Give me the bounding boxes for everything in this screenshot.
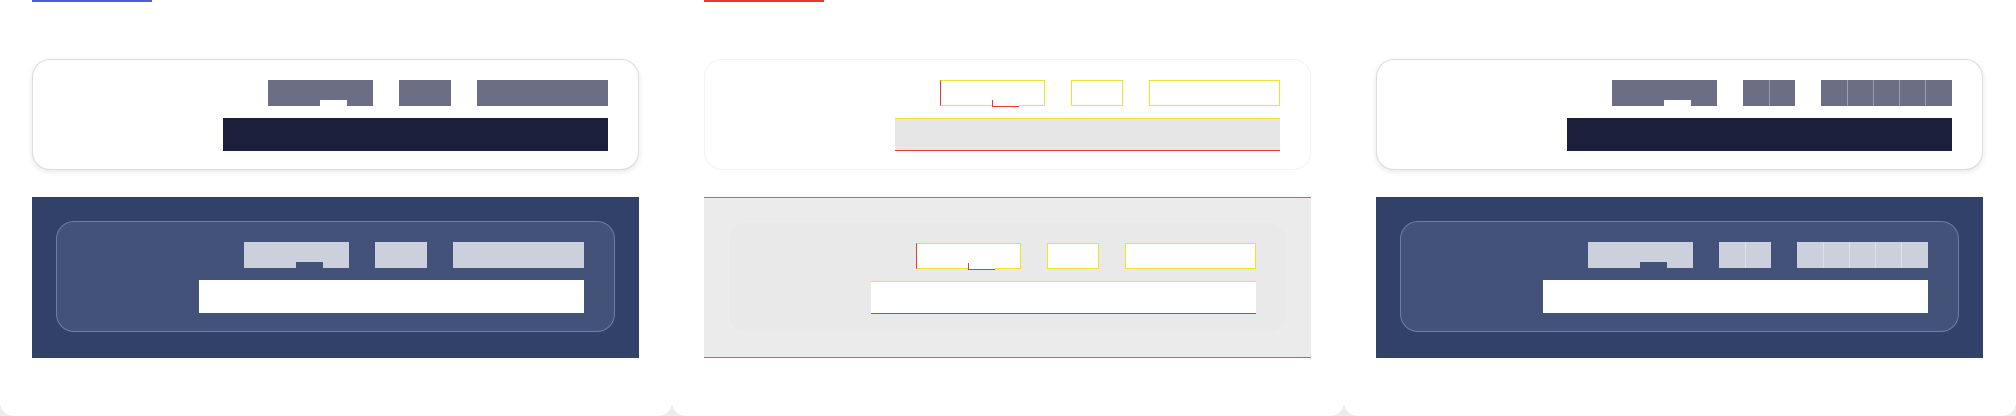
segment-divider	[1925, 80, 1926, 106]
input-field[interactable]	[223, 118, 608, 151]
label-block-2	[1071, 80, 1123, 106]
label-row	[244, 242, 584, 268]
panel-default	[0, 0, 672, 416]
dark-band	[1376, 197, 1983, 358]
segment-divider	[1745, 242, 1746, 268]
label-notch	[992, 100, 1019, 107]
dark-form-card	[56, 221, 615, 332]
light-form-card	[704, 59, 1311, 170]
label-notch	[296, 262, 323, 268]
dark-form-card	[1400, 221, 1959, 332]
segment-divider	[1847, 80, 1848, 106]
segment-divider	[1873, 80, 1874, 106]
label-block-3	[1125, 243, 1256, 269]
segment-divider	[1823, 242, 1824, 268]
label-block-2	[1047, 243, 1099, 269]
active-tab-indicator	[704, 0, 824, 2]
label-block-2	[1743, 80, 1795, 106]
stage	[0, 0, 2016, 416]
input-field[interactable]	[199, 280, 584, 313]
segment-divider	[1769, 80, 1770, 106]
label-block-3	[1797, 242, 1928, 268]
input-field[interactable]	[871, 281, 1256, 314]
label-block-3	[1149, 80, 1280, 106]
label-block-3	[453, 242, 584, 268]
panel-segmented	[1344, 0, 2016, 416]
light-band	[704, 197, 1311, 358]
label-row	[268, 80, 608, 106]
label-block-2	[1719, 242, 1771, 268]
label-row	[940, 80, 1280, 107]
input-field[interactable]	[1543, 280, 1928, 313]
light-form-card-inner	[728, 222, 1287, 333]
label-notch	[1664, 100, 1691, 106]
label-notch	[1640, 262, 1667, 268]
input-field[interactable]	[1567, 118, 1952, 151]
label-block-2	[375, 242, 427, 268]
segment-divider	[1875, 242, 1876, 268]
label-block-2	[399, 80, 451, 106]
light-form-card	[32, 59, 639, 170]
label-block-3	[477, 80, 608, 106]
label-block-3	[1821, 80, 1952, 106]
label-row	[1588, 242, 1928, 268]
segment-divider	[1899, 80, 1900, 106]
label-row	[1612, 80, 1952, 106]
active-tab-indicator	[32, 0, 152, 2]
segment-divider	[1849, 242, 1850, 268]
label-notch	[320, 100, 347, 106]
panel-debug	[672, 0, 1344, 416]
dark-band	[32, 197, 639, 358]
light-form-card	[1376, 59, 1983, 170]
label-row	[916, 243, 1256, 270]
input-field[interactable]	[895, 118, 1280, 151]
segment-divider	[1901, 242, 1902, 268]
label-notch	[968, 263, 995, 270]
